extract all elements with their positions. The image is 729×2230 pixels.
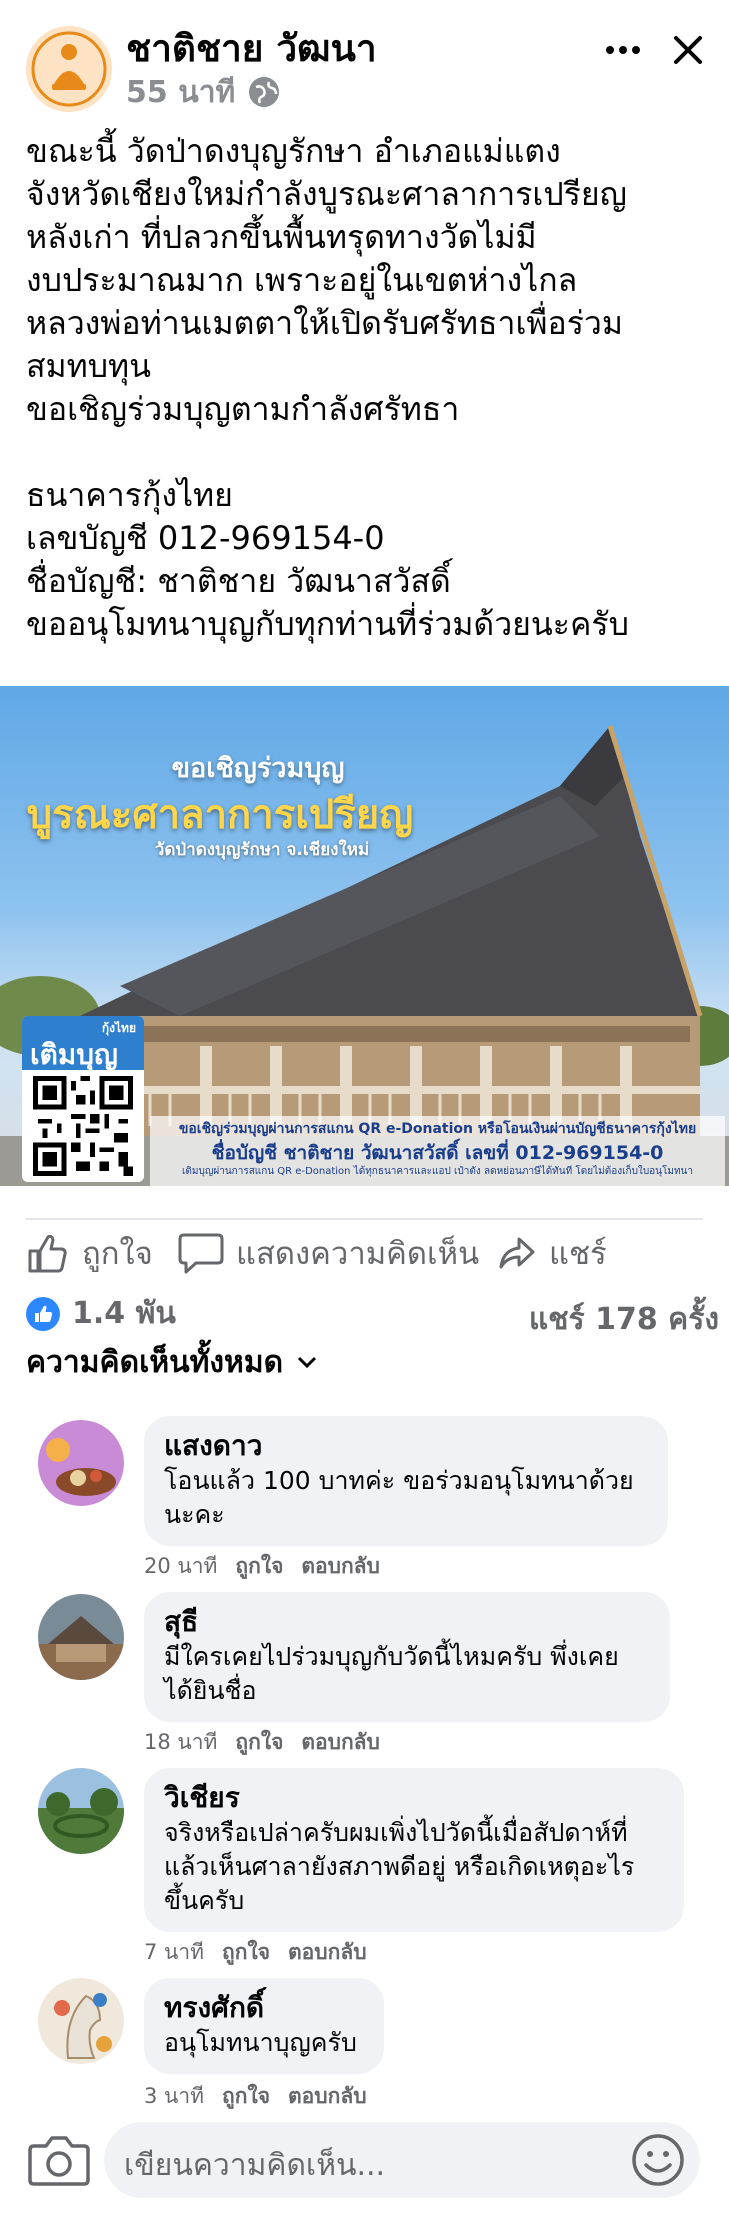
author-avatar[interactable] [26,26,112,112]
comment-time[interactable]: 18 นาที [144,1726,217,1759]
more-horizontal-icon [606,46,640,54]
like-reaction-icon [26,1296,60,1331]
comment-input[interactable]: เขียนความคิดเห็น... [104,2122,700,2198]
comment-text: จริงหรือเปล่าครับผมเพิ่งไปวัดนี้เมื่อสัป… [164,1818,635,1915]
reaction-summary[interactable]: 1.4 พัน [26,1290,176,1337]
camera-icon[interactable] [26,2130,92,2190]
comments-sort-label: ความคิดเห็นทั้งหมด [26,1344,284,1380]
image-band-line1: ขอเชิญร่วมบุญผ่านการสแกน QR e-Donation ห… [178,1121,697,1137]
thumbs-up-icon [28,1234,67,1273]
comment-label: แสดงความคิดเห็น [236,1236,480,1272]
comment-reply-button[interactable]: ตอบกลับ [288,1936,367,1969]
comment-time[interactable]: 3 นาที [144,2080,204,2113]
comment-reply-button[interactable]: ตอบกลับ [301,1550,380,1583]
divider [26,1218,703,1220]
more-options-button[interactable] [601,30,645,70]
commenter-name[interactable]: แสงดาว [164,1428,648,1464]
comment-like-button[interactable]: ถูกใจ [222,1936,270,1969]
comment-text: โอนแล้ว 100 บาทค่ะ ขอร่วมอนุโมทนาด้วย นะ… [164,1466,634,1529]
like-count-text: 1.4 พัน [72,1296,176,1331]
comment-time[interactable]: 20 นาที [144,1550,217,1583]
comment-text: มีใครเคยไปร่วมบุญกับวัดนี้ไหมครับ พึ่งเค… [164,1642,619,1705]
commenter-avatar[interactable] [38,1420,124,1506]
image-subheading: วัดป่าดงบุญรักษา จ.เชียงใหม่ [154,840,370,860]
comment-bubble[interactable]: วิเชียร จริงหรือเปล่าครับผมเพิ่งไปวัดนี้… [144,1768,684,1932]
chevron-down-icon [298,1356,317,1369]
image-band-line3: เติมบุญผ่านการสแกน QR e-Donation ได้ทุกธ… [181,1166,694,1177]
qr-donation-card[interactable]: กุ้งไทย เติมบุญ [22,1016,144,1182]
comment-bubble[interactable]: แสงดาว โอนแล้ว 100 บาทค่ะ ขอร่วมอนุโมทนา… [144,1416,668,1546]
comment-text: อนุโมทนาบุญครับ [164,2028,357,2057]
post-text: ขณะนี้ วัดป่าดงบุญรักษา อำเภอแม่แตง จังห… [26,132,629,643]
like-label: ถูกใจ [82,1236,153,1272]
commenter-avatar[interactable] [38,1768,124,1854]
comment-button[interactable]: แสดงความคิดเห็น [178,1224,479,1282]
comment-input-placeholder: เขียนความคิดเห็น... [124,2148,386,2183]
comment-bubble[interactable]: สุธี มีใครเคยไปร่วมบุญกับวัดนี้ไหมครับ พ… [144,1592,670,1722]
comment-bubble[interactable]: ทรงศักดิ์ อนุโมทนาบุญครับ [144,1978,384,2074]
commenter-name[interactable]: ทรงศักดิ์ [164,1990,364,2026]
comment-like-button[interactable]: ถูกใจ [222,2080,270,2113]
post-actions: ถูกใจ แสดงความคิดเห็น แชร์ [0,1224,729,1282]
comment-like-button[interactable]: ถูกใจ [235,1550,283,1583]
close-button[interactable] [664,26,712,74]
emoji-icon[interactable] [630,2132,686,2188]
post-header: ชาติชาย วัฒนา 55 นาที [0,0,729,120]
comment-time[interactable]: 7 นาที [144,1936,204,1969]
post-meta: 55 นาที [126,72,281,112]
share-count[interactable]: แชร์ 178 ครั้ง [529,1296,719,1343]
comment-meta: 20 นาที ถูกใจ ตอบกลับ [144,1550,380,1583]
commenter-name[interactable]: วิเชียร [164,1780,664,1816]
comment-reply-button[interactable]: ตอบกลับ [288,2080,367,2113]
globe-icon [249,77,280,107]
commenter-avatar[interactable] [38,1594,124,1680]
qr-card-header: กุ้งไทย เติมบุญ [22,1016,144,1071]
comment-like-button[interactable]: ถูกใจ [235,1726,283,1759]
like-button[interactable]: ถูกใจ [26,1224,153,1282]
comment-reply-button[interactable]: ตอบกลับ [301,1726,380,1759]
qr-code-icon [33,1076,133,1176]
share-icon [499,1237,535,1269]
commenter-name[interactable]: สุธี [164,1604,650,1640]
post-time[interactable]: 55 นาที [126,69,235,116]
comment-icon [178,1233,224,1274]
comment-meta: 7 นาที ถูกใจ ตอบกลับ [144,1936,367,1969]
comment-composer: เขียนความคิดเห็น... [0,2110,729,2210]
comment-meta: 18 นาที ถูกใจ ตอบกลับ [144,1726,380,1759]
post-stats: 1.4 พัน แชร์ 178 ครั้ง [0,1282,729,1337]
comment-meta: 3 นาที ถูกใจ ตอบกลับ [144,2080,367,2113]
close-icon [674,36,702,64]
commenter-avatar[interactable] [38,1978,124,2064]
author-name[interactable]: ชาติชาย วัฒนา [126,26,377,72]
qr-brand-label: เติมบุญ [30,1038,118,1071]
share-button[interactable]: แชร์ [497,1224,607,1282]
post-image[interactable]: ขอเชิญร่วมบุญ บูรณะศาลาการเปรียญ วัดป่าด… [0,686,729,1186]
share-label: แชร์ [549,1236,607,1272]
comments-sort-dropdown[interactable]: ความคิดเห็นทั้งหมด [26,1338,317,1386]
